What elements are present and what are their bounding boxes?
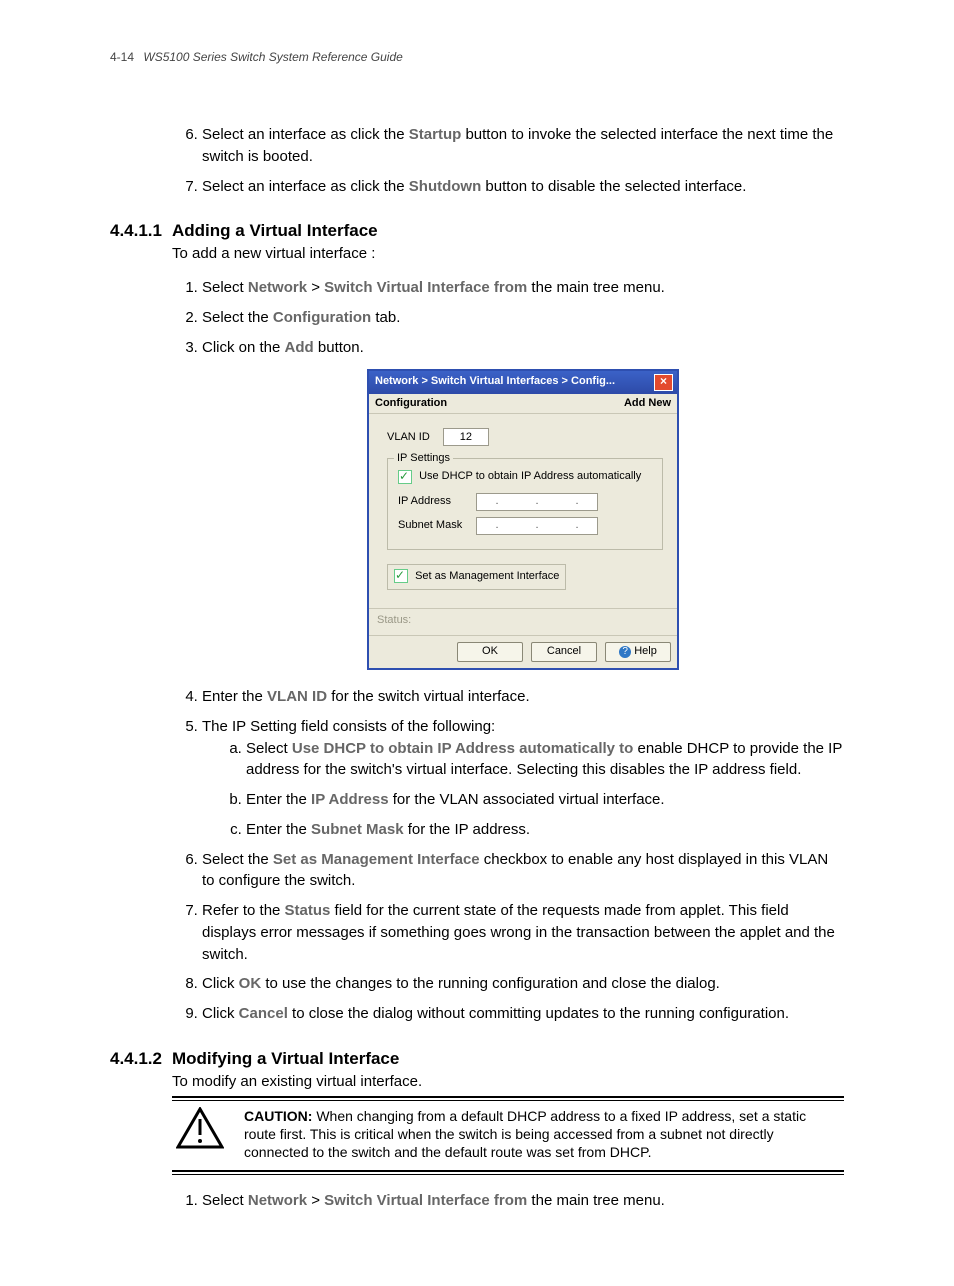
vlan-id-label: VLAN ID (387, 431, 430, 443)
dialog-subheader: Configuration Add New (369, 394, 677, 415)
vlan-id-row: VLAN ID 12 (387, 428, 663, 446)
subnet-mask-input[interactable]: ... (476, 517, 598, 535)
close-icon[interactable]: × (654, 374, 673, 391)
startup-bold: Startup (409, 126, 462, 143)
list-item: Click Cancel to close the dialog without… (202, 1003, 844, 1025)
add-new-label: Add New (624, 396, 671, 412)
caution-text: CAUTION: When changing from a default DH… (244, 1107, 840, 1162)
cancel-button[interactable]: Cancel (531, 642, 597, 662)
status-label: Status: (369, 608, 677, 635)
config-dialog: Network > Switch Virtual Interfaces > Co… (367, 369, 679, 671)
caution-label: CAUTION: (244, 1108, 312, 1124)
section-heading: 4.4.1.1 Adding a Virtual Interface (110, 221, 844, 241)
dialog-button-bar: OK Cancel ?Help (369, 635, 677, 668)
list-item: Select the Configuration tab. (202, 307, 844, 329)
mgmt-checkbox-label: Set as Management Interface (415, 570, 559, 582)
config-label: Configuration (375, 396, 447, 412)
list-item: Click on the Add button. Network > Switc… (202, 337, 844, 670)
page-number: 4-14 (110, 50, 134, 64)
mgmt-checkbox[interactable] (394, 569, 408, 583)
dialog-title-text: Network > Switch Virtual Interfaces > Co… (375, 374, 615, 390)
list-item: Select an interface as click the Shutdow… (202, 176, 844, 198)
ip-settings-legend: IP Settings (394, 451, 453, 467)
subnet-mask-label: Subnet Mask (398, 518, 476, 534)
ip-settings-group: IP Settings Use DHCP to obtain IP Addres… (387, 458, 663, 550)
pre-steps-list: Select an interface as click the Startup… (110, 124, 844, 197)
ip-address-row: IP Address ... (398, 493, 652, 511)
list-item: Enter the IP Address for the VLAN associ… (246, 789, 844, 811)
ip-address-label: IP Address (398, 494, 476, 510)
list-item: Select an interface as click the Startup… (202, 124, 844, 168)
mgmt-interface-row: Set as Management Interface (387, 564, 566, 590)
sub-steps-list: Select Use DHCP to obtain IP Address aut… (202, 738, 844, 841)
list-item: Click OK to use the changes to the runni… (202, 973, 844, 995)
list-item: Select Use DHCP to obtain IP Address aut… (246, 738, 844, 782)
steps-list: Select Network > Switch Virtual Interfac… (110, 1190, 844, 1212)
ip-address-input[interactable]: ... (476, 493, 598, 511)
caution-bottom-rule (172, 1170, 844, 1175)
list-item: Select the Set as Management Interface c… (202, 849, 844, 893)
dialog-titlebar: Network > Switch Virtual Interfaces > Co… (369, 371, 677, 394)
list-item: Enter the VLAN ID for the switch virtual… (202, 686, 844, 708)
vlan-id-input[interactable]: 12 (443, 428, 489, 446)
dhcp-checkbox[interactable] (398, 470, 412, 484)
dhcp-checkbox-row: Use DHCP to obtain IP Address automatica… (398, 469, 652, 485)
caution-top-rule (172, 1096, 844, 1101)
section-intro: To modify an existing virtual interface. (172, 1073, 844, 1090)
help-button[interactable]: ?Help (605, 642, 671, 662)
warning-icon (176, 1107, 224, 1162)
list-item: Enter the Subnet Mask for the IP address… (246, 819, 844, 841)
list-item: The IP Setting field consists of the fol… (202, 716, 844, 841)
section-title: Modifying a Virtual Interface (172, 1049, 399, 1069)
list-item: Refer to the Status field for the curren… (202, 900, 844, 965)
section-heading: 4.4.1.2 Modifying a Virtual Interface (110, 1049, 844, 1069)
dhcp-checkbox-label: Use DHCP to obtain IP Address automatica… (419, 470, 641, 482)
steps-list: Select Network > Switch Virtual Interfac… (110, 277, 844, 1025)
section-number: 4.4.1.1 (110, 221, 162, 241)
section-number: 4.4.1.2 (110, 1049, 162, 1069)
help-icon: ? (619, 646, 631, 658)
page-header: 4-14 WS5100 Series Switch System Referen… (110, 50, 844, 64)
shutdown-bold: Shutdown (409, 178, 481, 195)
list-item: Select Network > Switch Virtual Interfac… (202, 1190, 844, 1212)
list-item: Select Network > Switch Virtual Interfac… (202, 277, 844, 299)
dialog-screenshot: Network > Switch Virtual Interfaces > Co… (202, 369, 844, 671)
doc-title: WS5100 Series Switch System Reference Gu… (143, 50, 402, 64)
section-intro: To add a new virtual interface : (172, 245, 844, 262)
caution-box: CAUTION: When changing from a default DH… (172, 1105, 844, 1164)
section-title: Adding a Virtual Interface (172, 221, 378, 241)
subnet-mask-row: Subnet Mask ... (398, 517, 652, 535)
ok-button[interactable]: OK (457, 642, 523, 662)
